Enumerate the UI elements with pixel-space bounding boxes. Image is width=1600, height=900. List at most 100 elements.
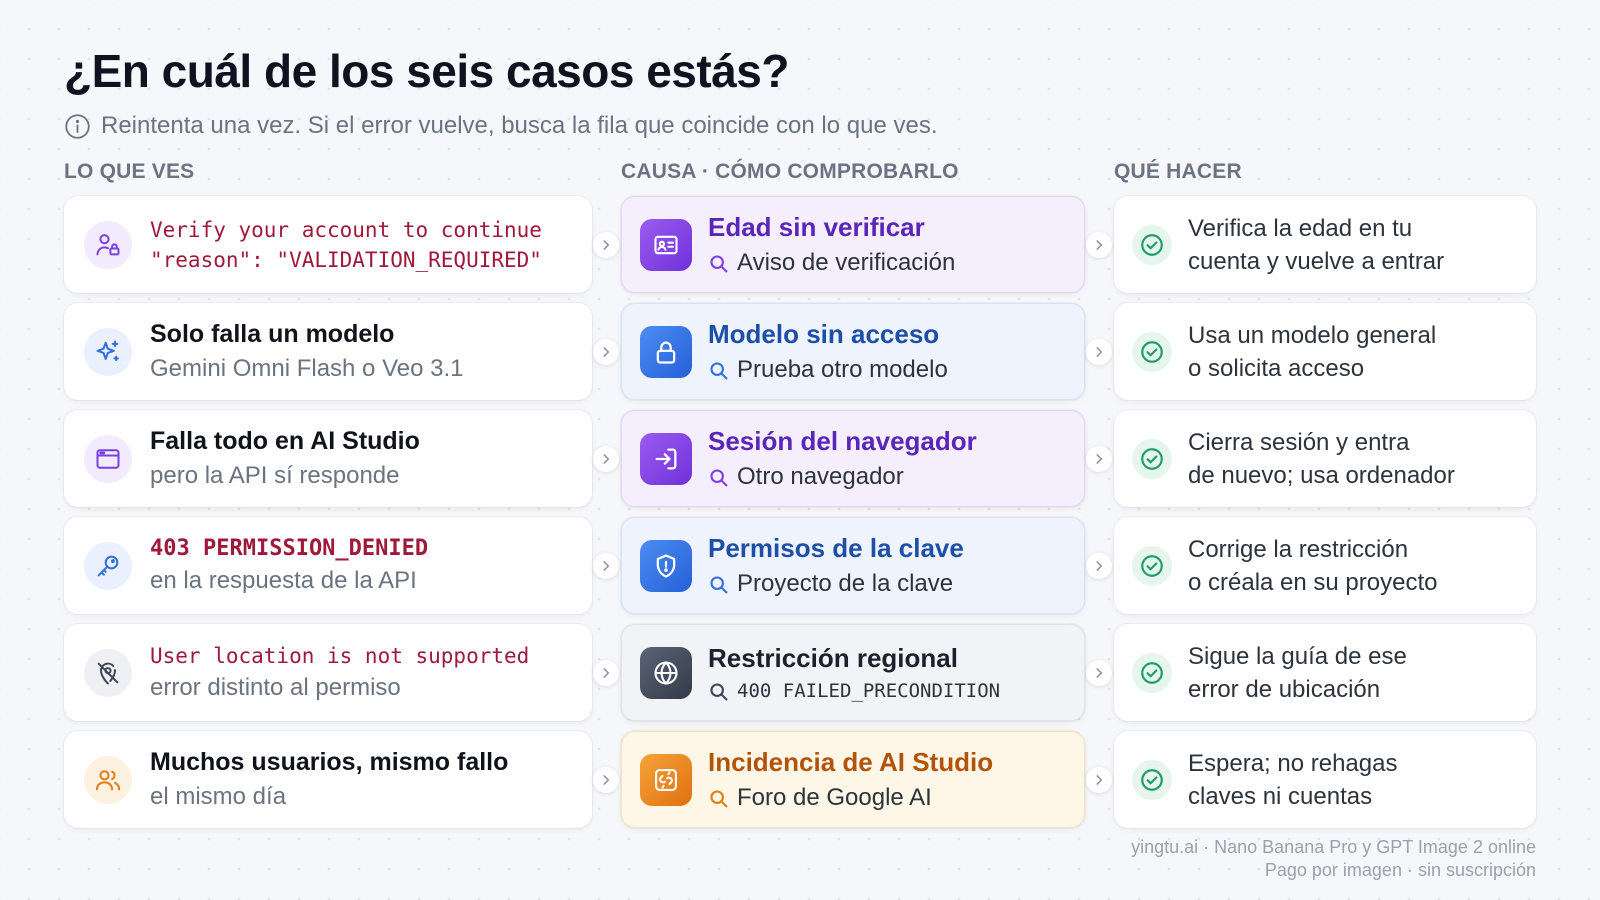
cause-check: Foro de Google AI	[708, 784, 993, 812]
users-icon	[84, 755, 132, 804]
action-line2: o créala en su proyecto	[1188, 568, 1438, 596]
page-title: ¿En cuál de los seis casos estás?	[64, 45, 789, 97]
search-icon	[710, 254, 728, 272]
cause-check-text: Foro de Google AI	[737, 784, 932, 811]
cause-title: Incidencia de AI Studio	[708, 747, 994, 777]
cause-card: Permisos de la clave Proyecto de la clav…	[621, 517, 1085, 614]
action-text: Cierra sesión y entra de nuevo; usa orde…	[1188, 426, 1455, 492]
cause-title: Permisos de la clave	[708, 533, 964, 563]
sparkles-icon	[84, 327, 132, 376]
cause-title: Edad sin verificar	[708, 212, 925, 242]
chevron-right-icon	[1086, 446, 1112, 472]
action-text: Espera; no rehagas claves ni cuentas	[1188, 747, 1397, 813]
chevron-right-icon	[593, 767, 619, 793]
check-circle-icon	[1132, 224, 1172, 265]
broken-link-icon	[640, 753, 692, 806]
check-circle-icon	[1132, 438, 1172, 479]
symptom-line2: Gemini Omni Flash o Veo 3.1	[150, 355, 464, 382]
action-line2: o solicita acceso	[1188, 354, 1365, 382]
action-card: Verifica la edad en tu cuenta y vuelve a…	[1114, 196, 1536, 293]
action-line1: Espera; no rehagas	[1188, 749, 1398, 777]
action-line1: Cierra sesión y entra	[1188, 428, 1410, 456]
column-header-action: QUÉ HACER	[1114, 160, 1242, 183]
symptom-line2: pero la API sí responde	[150, 462, 400, 489]
check-circle-icon	[1132, 331, 1172, 372]
action-line2: error de ubicación	[1188, 675, 1381, 703]
symptom-line1: Solo falla un modelo	[150, 320, 395, 348]
symptom-line1: Verify your account to continue	[150, 217, 542, 242]
chevron-right-icon	[593, 232, 619, 258]
check-circle-icon	[1132, 652, 1172, 693]
action-line2: cuenta y vuelve a entrar	[1188, 247, 1445, 275]
chevron-right-icon	[1086, 339, 1112, 365]
id-card-icon	[640, 218, 692, 271]
cause-check: Proyecto de la clave	[708, 570, 964, 598]
cause-title: Restricción regional	[708, 643, 958, 673]
user-lock-icon	[84, 220, 132, 269]
cause-check: 400 FAILED_PRECONDITION	[708, 680, 1000, 702]
action-card: Usa un modelo general o solicita acceso	[1114, 303, 1536, 400]
check-circle-icon	[1132, 759, 1172, 800]
symptom-line1: User location is not supported	[150, 643, 530, 668]
action-text: Usa un modelo general o solicita acceso	[1188, 319, 1436, 385]
info-icon	[65, 113, 90, 139]
chevron-right-icon	[1086, 232, 1112, 258]
subtitle-text: Reintenta una vez. Si el error vuelve, b…	[101, 112, 938, 139]
footer-line2: Pago por imagen · sin suscripción	[1264, 860, 1536, 880]
action-card: Cierra sesión y entra de nuevo; usa orde…	[1114, 410, 1536, 507]
globe-icon	[640, 646, 692, 699]
footer-credits: yingtu.ai · Nano Banana Pro y GPT Image …	[1131, 836, 1536, 882]
cause-check: Aviso de verificación	[708, 249, 955, 277]
search-icon	[710, 361, 728, 379]
cause-check: Otro navegador	[708, 463, 977, 491]
action-line1: Verifica la edad en tu	[1188, 214, 1413, 242]
symptom-card: User location is not supported error dis…	[64, 624, 592, 721]
search-icon	[710, 682, 728, 700]
symptom-card: Verify your account to continue "reason"…	[64, 196, 592, 293]
cause-check-text: Proyecto de la clave	[737, 570, 954, 597]
key-icon	[84, 541, 132, 590]
cause-card: Restricción regional 400 FAILED_PRECONDI…	[621, 624, 1085, 721]
cause-card: Modelo sin acceso Prueba otro modelo	[621, 303, 1085, 400]
chevron-right-icon	[593, 660, 619, 686]
search-icon	[710, 789, 728, 807]
cause-title: Sesión del navegador	[708, 426, 977, 456]
action-card: Espera; no rehagas claves ni cuentas	[1114, 731, 1536, 828]
search-icon	[710, 468, 728, 486]
symptom-line1: Falla todo en AI Studio	[150, 427, 420, 455]
action-card: Sigue la guía de ese error de ubicación	[1114, 624, 1536, 721]
cause-check-text: Otro navegador	[737, 463, 904, 490]
cause-check: Prueba otro modelo	[708, 356, 948, 384]
cause-card: Edad sin verificar Aviso de verificación	[621, 196, 1085, 293]
action-card: Corrige la restricción o créala en su pr…	[1114, 517, 1536, 614]
symptom-line2: "reason": "VALIDATION_REQUIRED"	[150, 247, 542, 272]
symptom-line2: el mismo día	[150, 783, 287, 810]
symptom-card: 403 PERMISSION_DENIED en la respuesta de…	[64, 517, 592, 614]
action-line2: de nuevo; usa ordenador	[1188, 461, 1455, 489]
chevron-right-icon	[1086, 553, 1112, 579]
check-circle-icon	[1132, 545, 1172, 586]
action-line2: claves ni cuentas	[1188, 782, 1373, 810]
symptom-line2: error distinto al permiso	[150, 673, 401, 701]
cause-check-text: Prueba otro modelo	[737, 356, 948, 383]
location-off-icon	[84, 648, 132, 697]
cause-title: Modelo sin acceso	[708, 319, 940, 349]
action-text: Sigue la guía de ese error de ubicación	[1188, 640, 1407, 706]
symptom-line2: en la respuesta de la API	[150, 567, 417, 594]
column-header-see: LO QUE VES	[64, 160, 195, 183]
cause-card: Sesión del navegador Otro navegador	[621, 410, 1085, 507]
symptom-line1: Muchos usuarios, mismo fallo	[150, 748, 509, 776]
search-icon	[710, 575, 728, 593]
symptom-card: Solo falla un modelo Gemini Omni Flash o…	[64, 303, 592, 400]
action-line1: Corrige la restricción	[1188, 535, 1409, 563]
chevron-right-icon	[1086, 660, 1112, 686]
action-line1: Sigue la guía de ese	[1188, 642, 1407, 670]
browser-window-icon	[84, 434, 132, 483]
action-text: Verifica la edad en tu cuenta y vuelve a…	[1188, 212, 1444, 278]
chevron-right-icon	[1086, 767, 1112, 793]
chevron-right-icon	[593, 553, 619, 579]
page-subtitle: Reintenta una vez. Si el error vuelve, b…	[64, 112, 937, 140]
sign-in-icon	[640, 432, 692, 485]
chevron-right-icon	[593, 446, 619, 472]
symptom-line1: 403 PERMISSION_DENIED	[150, 536, 429, 561]
